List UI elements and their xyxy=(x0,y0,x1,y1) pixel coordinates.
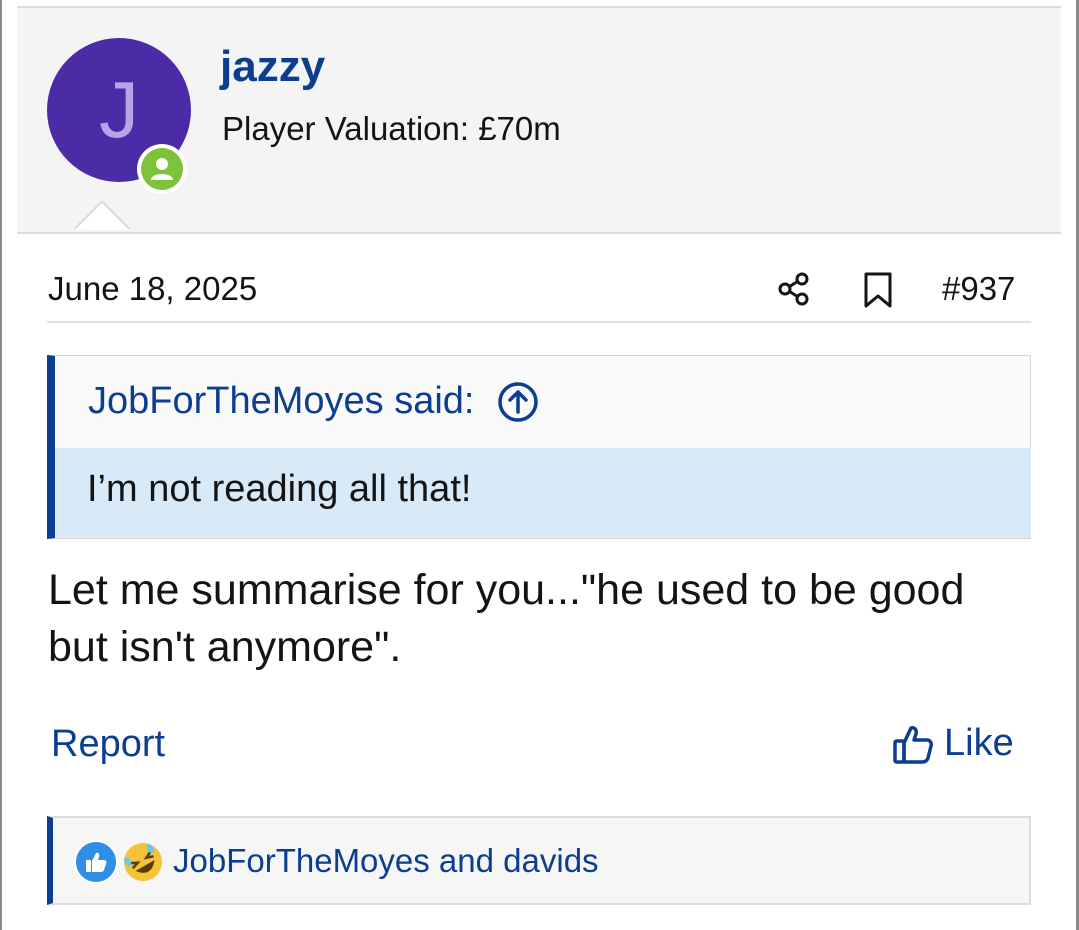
user-title: Player Valuation: £70m xyxy=(222,110,561,147)
bookmark-icon[interactable] xyxy=(862,271,894,314)
reactions-users-link[interactable]: JobForTheMoyes and davids xyxy=(173,842,599,880)
post-number-link[interactable]: #937 xyxy=(942,270,1015,308)
post-date[interactable]: June 18, 2025 xyxy=(48,270,257,308)
online-user-icon xyxy=(141,148,183,190)
like-button[interactable]: Like xyxy=(892,722,1014,765)
username-link[interactable]: jazzy xyxy=(220,42,325,92)
frame-border-left xyxy=(0,0,2,930)
thumbs-up-icon xyxy=(892,723,934,765)
reactions-bar[interactable]: JobForTheMoyes and davids xyxy=(47,816,1031,905)
post-message: Let me summarise for you..."he used to b… xyxy=(48,566,965,671)
quote-body: I’m not reading all that! xyxy=(55,448,1031,538)
online-status-badge xyxy=(137,144,187,194)
quote-text: I’m not reading all that! xyxy=(87,468,472,510)
arrow-up-circle-icon[interactable] xyxy=(497,381,539,423)
like-reaction-icon xyxy=(74,840,118,884)
header-pointer-fill xyxy=(75,203,129,230)
quote-title[interactable]: JobForTheMoyes said: xyxy=(88,380,539,423)
quote-author-line[interactable]: JobForTheMoyes said: xyxy=(88,380,475,423)
rofl-emoji-icon xyxy=(121,840,165,884)
post-user-header: J jazzy Player Valuation: £70m xyxy=(17,6,1061,234)
attribution-divider xyxy=(47,321,1031,323)
like-label: Like xyxy=(944,722,1014,764)
share-icon[interactable] xyxy=(776,271,812,312)
avatar-letter: J xyxy=(99,65,139,154)
quote-block: JobForTheMoyes said: I’m not reading all… xyxy=(47,355,1031,539)
report-link[interactable]: Report xyxy=(51,723,165,766)
